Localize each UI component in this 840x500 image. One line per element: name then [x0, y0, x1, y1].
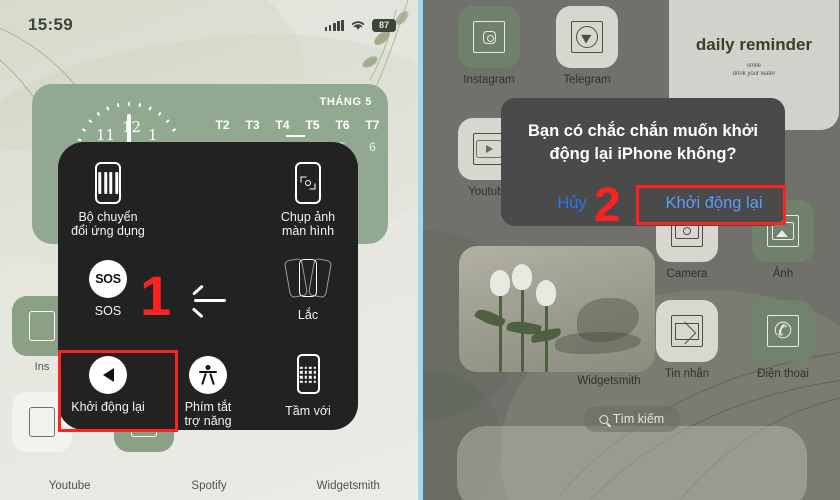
assistive-item-label: SOS	[94, 304, 122, 318]
instagram-icon	[458, 6, 520, 68]
dock-label-spotify: Spotify	[191, 480, 227, 492]
highlight-box-restart-alert	[636, 185, 786, 225]
reachability-icon	[291, 354, 325, 398]
dock-bar	[457, 426, 807, 500]
assistive-item-label: Chụp ảnh màn hình	[280, 210, 336, 238]
wifi-icon	[351, 21, 365, 30]
right-phone-screen: daily reminder smile drink your water In…	[423, 0, 840, 500]
dialog-body: Bạn có chắc chắn muốn khởi động lại iPho…	[501, 98, 785, 180]
dialog-title: Bạn có chắc chắn muốn khởi động lại iPho…	[528, 122, 758, 163]
screenshot-root: 15:59 87 12 1 11 THÁNG 5 T2 T3 T4 T5 T6 …	[0, 0, 840, 500]
app-telegram[interactable]: Telegram	[549, 6, 625, 86]
status-clock: 15:59	[28, 15, 73, 34]
weekday: T3	[245, 118, 260, 132]
back-arrow-icon	[188, 284, 228, 318]
app-label: Telegram	[563, 74, 611, 86]
assistive-item-spacer-1	[158, 156, 258, 252]
weekday: T4	[275, 118, 290, 132]
step-marker-1: 1	[140, 264, 172, 327]
search-button[interactable]: Tìm kiếm	[582, 406, 681, 432]
search-icon	[598, 414, 608, 424]
telegram-icon	[556, 6, 618, 68]
app-switcher-icon	[91, 162, 125, 204]
widget-weekday-row: T2 T3 T4 T5 T6 T7 CN	[214, 118, 388, 132]
app-label: Ảnh	[772, 268, 794, 280]
app-label: Điện thoại	[757, 368, 809, 380]
left-phone-screen: 15:59 87 12 1 11 THÁNG 5 T2 T3 T4 T5 T6 …	[0, 0, 418, 500]
reminder-line-1: smile	[746, 63, 761, 69]
date-cell: 6	[369, 140, 376, 154]
dock-label-widgetsmith: Widgetsmith	[316, 480, 380, 492]
assistive-item-reachability[interactable]: Tầm với	[258, 348, 358, 444]
assistive-item-shake[interactable]: Lắc	[258, 252, 358, 348]
status-bar: 15:59 87	[0, 12, 418, 38]
cancel-button[interactable]: Hủy	[501, 180, 643, 226]
shake-icon	[283, 257, 333, 302]
messages-icon	[656, 300, 718, 362]
widget-month-label: THÁNG 5	[319, 96, 372, 108]
weekday: T5	[305, 118, 320, 132]
assistive-item-screenshot[interactable]: Chụp ảnh màn hình	[258, 156, 358, 252]
app-instagram[interactable]: Instagram	[451, 6, 527, 86]
assistive-back-arrow[interactable]	[158, 252, 258, 348]
app-label: Camera	[666, 268, 708, 280]
assistive-item-app-switcher[interactable]: Bộ chuyển đổi ứng dụng	[58, 156, 158, 252]
today-underline	[286, 135, 305, 137]
widget-widgetsmith-photo[interactable]	[459, 246, 655, 372]
reminder-title: daily reminder	[695, 35, 813, 54]
accessibility-icon	[189, 356, 227, 394]
widget-label-widgetsmith: Widgetsmith	[577, 375, 641, 387]
reminder-line-2: drink your water	[732, 71, 776, 77]
app-label: Instagram	[463, 74, 515, 86]
dock-label-row: Youtube Spotify Widgetsmith	[0, 480, 418, 492]
status-indicators: 87	[324, 18, 396, 32]
assistive-item-label: Bộ chuyển đổi ứng dụng	[71, 210, 145, 238]
phone-icon: ✆	[752, 300, 814, 362]
app-phone[interactable]: ✆ Điện thoại	[745, 300, 821, 380]
search-label: Tìm kiếm	[612, 412, 665, 426]
dock-label-youtube: Youtube	[48, 480, 91, 492]
app-messages[interactable]: Tin nhắn	[649, 300, 725, 380]
weekday: T2	[215, 118, 230, 132]
screenshot-icon	[291, 162, 325, 204]
step-marker-2: 2	[594, 179, 621, 232]
assistive-item-label: Tầm với	[285, 404, 331, 418]
assistive-item-label: Phím tắt trợ năng	[184, 400, 232, 428]
battery-icon: 87	[372, 18, 396, 32]
weekday: T6	[335, 118, 350, 132]
weekday: T7	[365, 118, 380, 132]
highlight-box-restart-menu	[58, 350, 178, 432]
cellular-signal-icon	[324, 19, 344, 31]
assistive-item-label: Lắc	[297, 308, 319, 322]
sos-icon: SOS	[89, 260, 127, 298]
